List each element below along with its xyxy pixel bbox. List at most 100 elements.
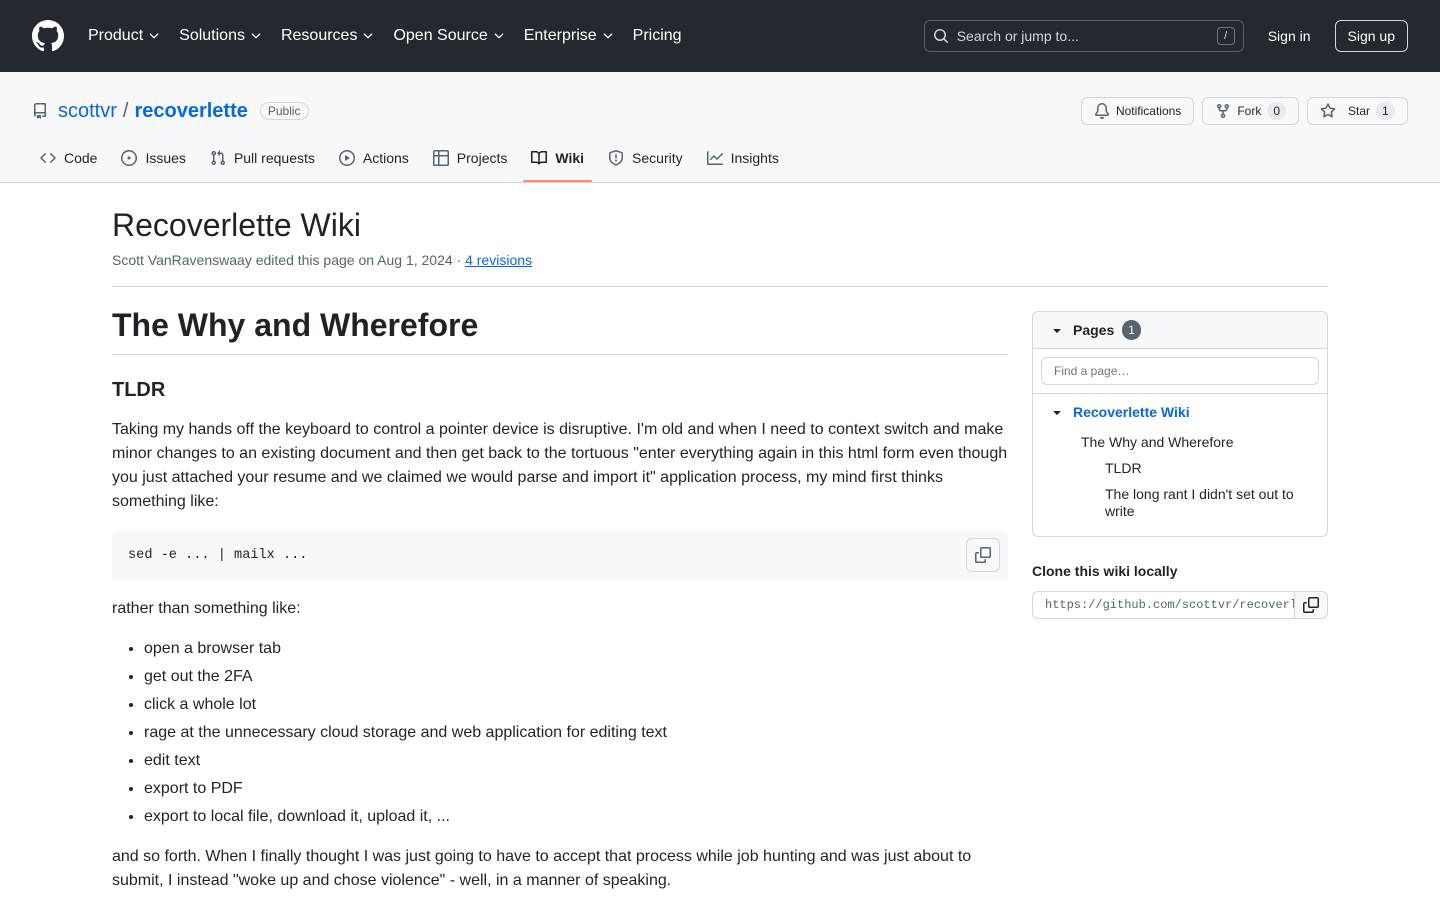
chevron-down-icon	[603, 33, 613, 39]
repo-name-link[interactable]: recoverlette	[134, 100, 247, 123]
article-subheading: TLDR	[112, 379, 166, 401]
tab-code[interactable]: Code	[32, 134, 105, 182]
fork-count: 0	[1267, 102, 1286, 120]
fork-icon	[1217, 104, 1230, 119]
pages-tree: Recoverlette Wiki The Why and Wherefore …	[1033, 394, 1327, 536]
repo-separator: /	[122, 99, 129, 122]
notifications-label: Notifications	[1115, 104, 1182, 118]
wiki-sidebar: Pages 1 Recoverlette Wiki The Why and Wh…	[1032, 311, 1328, 893]
repo-actions: Notifications Fork 0 Star 1	[1080, 97, 1408, 125]
sign-up-button[interactable]: Sign up	[1334, 20, 1408, 52]
wiki-meta: Scott VanRavenswaay edited this page on …	[112, 252, 1328, 268]
notifications-button[interactable]: Notifications	[1080, 97, 1195, 125]
star-label: Star	[1348, 104, 1371, 118]
clone-url-input[interactable]: https://github.com/scottvr/recoverlette.…	[1032, 591, 1295, 619]
tab-label: Security	[632, 150, 683, 166]
issue-icon	[121, 150, 138, 166]
code-block: sed -e ... | mailx ...	[112, 530, 1008, 581]
list-item: export to PDF	[144, 777, 1008, 801]
repo-icon	[34, 103, 46, 119]
tab-label: Pull requests	[233, 150, 315, 166]
tab-label: Actions	[362, 150, 409, 166]
nav-pricing[interactable]: Pricing	[624, 20, 691, 52]
search-icon	[933, 29, 948, 44]
nav-label: Solutions	[179, 27, 245, 44]
tab-security[interactable]: Security	[600, 134, 691, 182]
fork-button[interactable]: Fork 0	[1202, 97, 1299, 125]
star-button[interactable]: Star 1	[1307, 97, 1408, 125]
tree-root-item[interactable]: Recoverlette Wiki	[1049, 404, 1311, 420]
list-item: open a browser tab	[144, 637, 1008, 661]
tab-label: Insights	[730, 150, 779, 166]
tab-actions[interactable]: Actions	[331, 134, 417, 182]
book-icon	[531, 150, 548, 165]
revisions-link[interactable]: 4 revisions	[465, 252, 532, 268]
fork-label: Fork	[1237, 104, 1262, 118]
bell-icon	[1094, 103, 1109, 119]
github-logo-icon[interactable]	[32, 20, 64, 52]
graph-icon	[706, 151, 723, 165]
repo-title-row: scottvr / recoverlette Public Notificati…	[0, 72, 1440, 134]
global-nav: Product Solutions Resources Open Source …	[88, 20, 691, 52]
copy-icon	[975, 547, 991, 563]
list-item: edit text	[144, 749, 1008, 773]
wiki-article: The Why and Wherefore TLDR Taking my han…	[112, 307, 1008, 893]
tab-label: Wiki	[555, 150, 585, 166]
tab-label: Issues	[145, 150, 186, 166]
chevron-down-icon	[364, 33, 373, 39]
global-header: Product Solutions Resources Open Source …	[0, 0, 1440, 72]
nav-product[interactable]: Product	[88, 20, 170, 52]
wiki-title: Recoverlette Wiki	[112, 207, 361, 243]
nav-label: Pricing	[632, 27, 682, 44]
nav-label: Resources	[280, 27, 358, 44]
find-page-input[interactable]	[1041, 357, 1319, 385]
paragraph: rather than something like:	[112, 600, 301, 617]
chevron-down-icon	[494, 33, 504, 39]
search-shortcut: /	[1216, 27, 1235, 45]
search-input[interactable]: Search or jump to... /	[923, 20, 1244, 52]
copy-code-button[interactable]	[966, 538, 1000, 572]
code-text: sed -e ... | mailx ...	[128, 548, 308, 563]
repo-owner-link[interactable]: scottvr	[58, 100, 117, 123]
chevron-down-icon	[251, 33, 261, 39]
clone-title: Clone this wiki locally	[1032, 563, 1178, 579]
tab-issues[interactable]: Issues	[113, 134, 193, 182]
tree-item[interactable]: The long rant I didn't set out to write	[1105, 486, 1295, 520]
tab-wiki[interactable]: Wiki	[523, 134, 592, 182]
tree-item[interactable]: TLDR	[1105, 460, 1295, 477]
wiki-main: Recoverlette Wiki Scott VanRavenswaay ed…	[112, 183, 1328, 893]
repo-title: scottvr / recoverlette Public	[32, 100, 309, 123]
divider	[112, 286, 1328, 287]
triangle-down-icon	[1053, 329, 1061, 333]
triangle-down-icon	[1053, 411, 1061, 415]
tree-root-label[interactable]: Recoverlette Wiki	[1073, 404, 1190, 420]
paragraph: and so forth. When I finally thought I w…	[112, 848, 972, 889]
repo-header: scottvr / recoverlette Public Notificati…	[0, 72, 1440, 183]
visibility-badge: Public	[259, 102, 309, 120]
tab-pull-requests[interactable]: Pull requests	[202, 134, 323, 182]
table-icon	[432, 150, 449, 166]
pull-request-icon	[211, 150, 225, 166]
nav-solutions[interactable]: Solutions	[170, 20, 272, 52]
nav-label: Enterprise	[523, 27, 597, 44]
tree-item[interactable]: The Why and Wherefore	[1081, 434, 1311, 450]
tab-projects[interactable]: Projects	[425, 134, 516, 182]
sign-in-link[interactable]: Sign in	[1268, 28, 1311, 44]
paragraph: Taking my hands off the keyboard to cont…	[112, 421, 1008, 510]
pages-label: Pages	[1073, 322, 1115, 338]
repo-tabs: Code Issues Pull requests Actions Projec…	[0, 134, 1440, 182]
nav-resources[interactable]: Resources	[272, 20, 384, 52]
list-item: click a whole lot	[144, 693, 1008, 717]
nav-enterprise[interactable]: Enterprise	[515, 20, 624, 52]
play-icon	[338, 150, 355, 166]
pages-toggle[interactable]: Pages 1	[1033, 312, 1327, 349]
copy-clone-url-button[interactable]	[1295, 591, 1328, 619]
nav-label: Open Source	[393, 27, 488, 44]
tab-label: Projects	[456, 150, 508, 166]
tab-insights[interactable]: Insights	[699, 134, 787, 182]
content-row: The Why and Wherefore TLDR Taking my han…	[112, 307, 1328, 893]
tab-label: Code	[64, 150, 98, 166]
pages-count: 1	[1122, 320, 1141, 340]
list-item: export to local file, download it, uploa…	[144, 805, 1008, 829]
nav-open-source[interactable]: Open Source	[384, 20, 514, 52]
